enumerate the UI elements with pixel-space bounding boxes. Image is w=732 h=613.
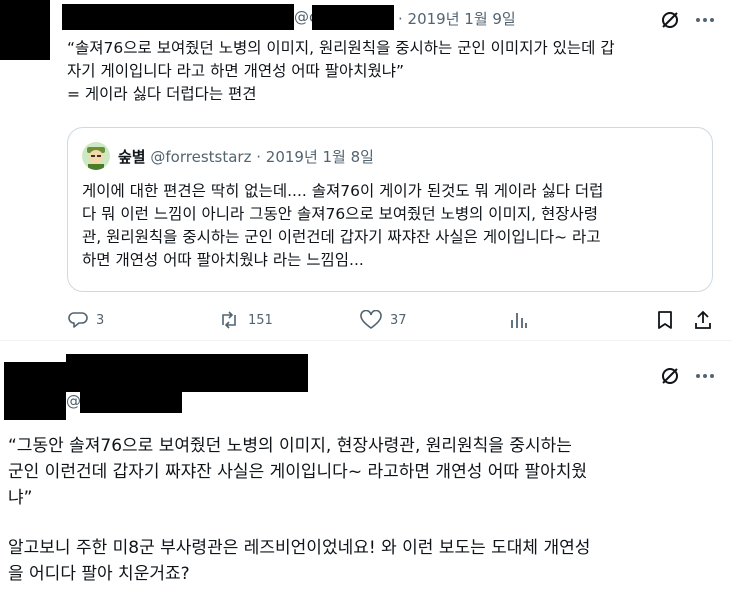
text-line: 하면 개연성 어따 팔아치웠냐 라는 느낌임... bbox=[82, 251, 364, 269]
handle-prefix[interactable]: @ bbox=[66, 392, 81, 410]
quote-text: 게이에 대한 편견은 딱히 없는데.... 솔져76이 게이가 된것도 뭐 게이… bbox=[82, 180, 603, 272]
reply-count: 3 bbox=[96, 312, 105, 328]
tweet-divider bbox=[0, 340, 732, 341]
text-line: 게이에 대한 편견은 딱히 없는데.... 솔져76이 게이가 된것도 뭐 게이… bbox=[82, 182, 604, 200]
display-name-redacted bbox=[62, 4, 294, 30]
text-line: “그동안 솔져76으로 보여줬던 노병의 이미지, 현장사령관, 원리원칙을 중… bbox=[8, 436, 572, 456]
grok-icon[interactable] bbox=[660, 366, 680, 386]
like-button[interactable]: 37 bbox=[360, 310, 407, 330]
more-icon[interactable] bbox=[695, 17, 715, 23]
handle-redacted bbox=[312, 5, 394, 30]
text-line: 자기 게이입니다 라고 하면 개연성 어따 팔아치웠냐” bbox=[67, 62, 405, 80]
text-line bbox=[8, 511, 590, 535]
share-button[interactable] bbox=[694, 310, 712, 330]
quote-handle[interactable]: @forreststarz bbox=[150, 148, 251, 166]
tweet-2-text: “그동안 솔져76으로 보여줬던 노병의 이미지, 현장사령관, 원리원칙을 중… bbox=[8, 433, 590, 587]
quote-avatar[interactable] bbox=[82, 142, 110, 170]
like-icon bbox=[360, 310, 382, 330]
text-line: “솔져76으로 보여줬던 노병의 이미지, 원리원칙을 중시하는 군인 이미지가… bbox=[67, 39, 615, 57]
reply-icon bbox=[68, 310, 88, 330]
retweet-icon bbox=[218, 310, 240, 330]
text-line: 군인 이런건데 갑자기 짜쟈잔 사실은 게이입니다~ 라고하면 개연성 어따 팔… bbox=[8, 462, 587, 482]
text-line: 을 어디다 팔아 치운거죠? bbox=[8, 564, 190, 584]
quote-display-name[interactable]: 숲별 bbox=[118, 148, 146, 166]
tweet-1-text: “솔져76으로 보여줬던 노병의 이미지, 원리원칙을 중시하는 군인 이미지가… bbox=[67, 37, 615, 106]
text-line: 관, 원리원칙을 중시하는 군인 이런건데 갑자기 짜쟈잔 사실은 게이입니다~… bbox=[82, 228, 601, 246]
bookmark-icon bbox=[656, 310, 674, 330]
text-line: = 게이라 싫다 더럽다는 편견 bbox=[67, 85, 257, 103]
tweet-date[interactable]: · 2019년 1월 9일 bbox=[398, 8, 516, 29]
more-icon[interactable] bbox=[695, 373, 715, 379]
text-line: 냐” bbox=[8, 488, 33, 508]
quoted-tweet[interactable]: 숲별 @forreststarz · 2019년 1월 8일 게이에 대한 편견… bbox=[67, 127, 713, 292]
reply-button[interactable]: 3 bbox=[68, 310, 104, 330]
retweet-count: 151 bbox=[248, 312, 273, 328]
views-button[interactable] bbox=[510, 310, 528, 330]
retweet-button[interactable]: 151 bbox=[218, 310, 273, 330]
like-count: 37 bbox=[390, 312, 407, 328]
handle-redacted bbox=[80, 390, 182, 413]
bookmark-button[interactable] bbox=[656, 310, 674, 330]
avatar-redacted bbox=[4, 362, 66, 420]
text-line: 다 뭐 이런 느낌이 아니라 그동안 솔져76으로 보여줬던 노병의 이미지, … bbox=[82, 205, 598, 223]
quote-header: 숲별 @forreststarz · 2019년 1월 8일 bbox=[118, 146, 374, 167]
avatar-redacted bbox=[0, 0, 50, 60]
views-icon bbox=[510, 310, 528, 330]
display-name-redacted bbox=[66, 354, 308, 392]
share-icon bbox=[694, 310, 712, 330]
text-line: 알고보니 주한 미8군 부사령관은 레즈비언이었네요! 와 이런 보도는 도대체… bbox=[8, 538, 591, 558]
grok-icon[interactable] bbox=[660, 10, 680, 30]
quote-date[interactable]: · 2019년 1월 8일 bbox=[256, 148, 374, 166]
